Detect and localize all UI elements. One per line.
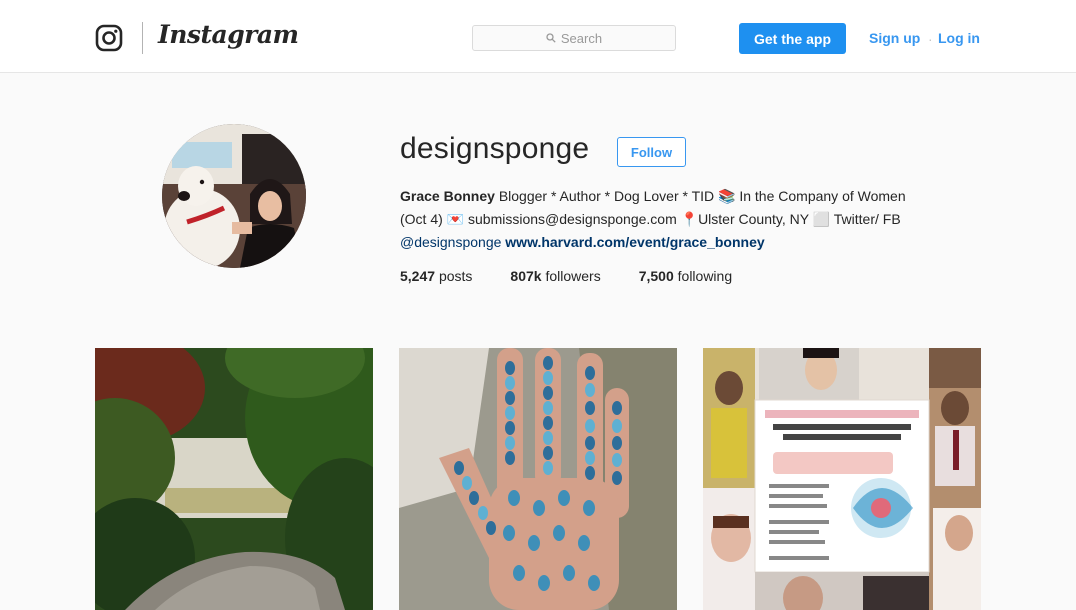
post-thumbnail-1[interactable] bbox=[95, 348, 373, 610]
stat-following-value: 7,500 bbox=[638, 268, 674, 284]
bio-handle-link[interactable]: @designsponge bbox=[400, 234, 501, 250]
stat-posts-value: 5,247 bbox=[400, 268, 436, 284]
top-nav-bar: Instagram Search Get the app Sign up · L… bbox=[0, 0, 1076, 73]
post-thumbnail-3[interactable] bbox=[703, 348, 981, 610]
post-thumbnail-2[interactable] bbox=[399, 348, 677, 610]
search-icon bbox=[546, 33, 556, 43]
search-input[interactable]: Search bbox=[472, 25, 676, 51]
stat-posts: 5,247 posts bbox=[400, 268, 472, 284]
stat-followers[interactable]: 807k followers bbox=[510, 268, 600, 284]
brand-divider bbox=[142, 22, 143, 54]
stat-posts-label: posts bbox=[438, 268, 473, 284]
bio-text-1: Blogger * Author * Dog Lover * TID 📚 In … bbox=[494, 188, 906, 204]
follow-button[interactable]: Follow bbox=[617, 137, 686, 167]
stat-followers-value: 807k bbox=[510, 268, 542, 284]
bio-line-1: Grace Bonney Blogger * Author * Dog Love… bbox=[400, 185, 980, 208]
stat-followers-label: followers bbox=[545, 268, 601, 284]
profile-bio: Grace Bonney Blogger * Author * Dog Love… bbox=[400, 185, 980, 254]
sign-up-link[interactable]: Sign up bbox=[869, 30, 920, 46]
get-the-app-button[interactable]: Get the app bbox=[739, 23, 846, 54]
profile-avatar[interactable] bbox=[162, 124, 306, 268]
profile-username: designsponge bbox=[400, 132, 590, 165]
nav-separator: · bbox=[928, 31, 933, 47]
stat-following-label: following bbox=[677, 268, 733, 284]
search-placeholder: Search bbox=[560, 30, 603, 46]
log-in-link[interactable]: Log in bbox=[938, 30, 980, 46]
instagram-camera-icon[interactable] bbox=[95, 24, 123, 52]
profile-stats: 5,247 posts 807k followers 7,500 followi… bbox=[400, 268, 770, 284]
instagram-wordmark-logo[interactable]: Instagram bbox=[158, 20, 299, 49]
stat-following[interactable]: 7,500 following bbox=[639, 268, 732, 284]
bio-line-2: (Oct 4) 💌 submissions@designsponge.com 📍… bbox=[400, 211, 901, 227]
bio-line-3: @designsponge www.harvard.com/event/grac… bbox=[400, 231, 980, 254]
profile-website-link[interactable]: www.harvard.com/event/grace_bonney bbox=[505, 234, 764, 250]
profile-full-name: Grace Bonney bbox=[400, 188, 495, 204]
